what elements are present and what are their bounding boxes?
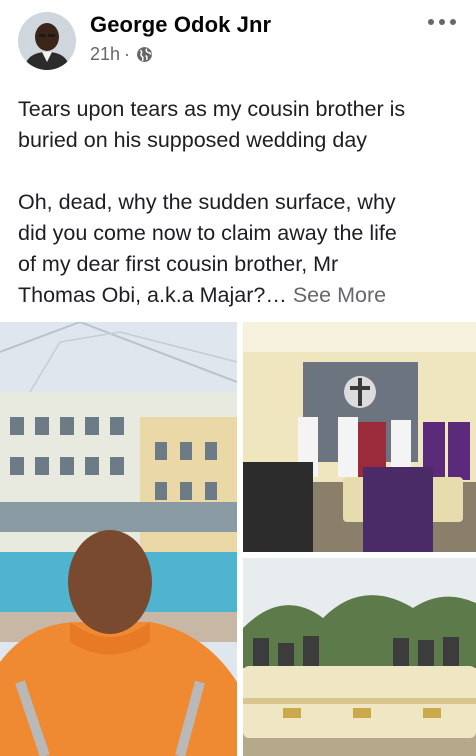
see-more-link[interactable]: See More (293, 283, 386, 307)
post-text-line: buried on his supposed wedding day (18, 128, 368, 152)
burial-photo[interactable] (243, 558, 476, 756)
post-text-line: Oh, dead, why the sudden surface, why (18, 190, 396, 214)
post-text-line: Thomas Obi, a.k.a Majar?… See More (18, 280, 463, 311)
post-text-line: did you come now to claim away the life (18, 221, 397, 245)
church-photo[interactable] (243, 322, 476, 552)
meta-separator: · (124, 44, 131, 64)
post-text-line: Tears upon tears as my cousin brother is (18, 97, 406, 121)
post-body: Tears upon tears as my cousin brother is… (18, 94, 463, 311)
post-meta: 21h · (90, 44, 153, 65)
photo-grid (0, 322, 476, 756)
post-time[interactable]: 21h (90, 44, 120, 65)
post-text-line: of my dear first cousin brother, Mr (18, 252, 339, 276)
post-text-tail: Thomas Obi, a.k.a Majar?… (18, 283, 287, 307)
avatar[interactable] (18, 12, 76, 70)
selfie-photo[interactable] (0, 322, 237, 756)
globe-icon[interactable] (136, 46, 153, 63)
more-options-icon[interactable] (428, 14, 456, 30)
post-header: George Odok Jnr 21h · (0, 0, 476, 80)
author-name[interactable]: George Odok Jnr (90, 12, 271, 38)
